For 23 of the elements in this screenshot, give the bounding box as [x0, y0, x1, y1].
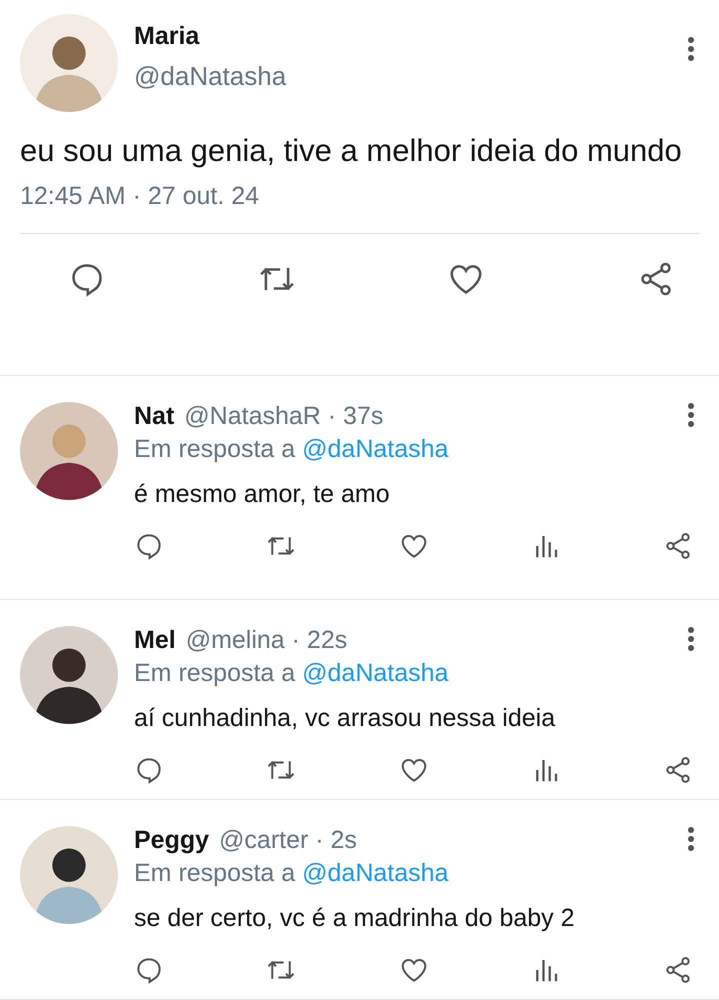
reply-text: se der certo, vc é a madrinha do baby 2 — [134, 904, 576, 933]
reply-context: Em resposta a @daNatasha — [134, 659, 450, 688]
reply-author-name: Mel — [134, 626, 176, 655]
reply-text: aí cunhadinha, vc arrasou nessa ideia — [134, 704, 556, 733]
tweet-time: 12:45 AM · 27 out. 24 — [20, 182, 699, 234]
reply-author-name: Nat — [134, 402, 174, 431]
author-name: Maria — [134, 22, 200, 51]
more-icon[interactable] — [687, 626, 695, 652]
reply-context: Em resposta a @daNatasha — [134, 435, 450, 464]
reply-author-name: Peggy — [134, 826, 210, 855]
mention-link[interactable]: @daNatasha — [302, 859, 448, 887]
tweet-text: eu sou uma genia, tive a melhor ideia do mundo — [20, 132, 683, 170]
reply-handle-time: @melina · 22s — [186, 626, 348, 655]
reply-handle-time: @NatashaR · 37s — [184, 402, 384, 431]
author-handle: @daNatasha — [134, 61, 288, 92]
reply-context: Em resposta a @daNatasha — [134, 859, 450, 888]
more-icon[interactable] — [687, 402, 695, 428]
reply-text: é mesmo amor, te amo — [134, 480, 391, 509]
reply-handle-time: @carter · 2s — [219, 826, 357, 855]
mention-link[interactable]: @daNatasha — [302, 435, 448, 463]
more-icon[interactable] — [687, 826, 695, 852]
mention-link[interactable]: @daNatasha — [302, 659, 448, 687]
more-icon[interactable] — [687, 36, 695, 62]
